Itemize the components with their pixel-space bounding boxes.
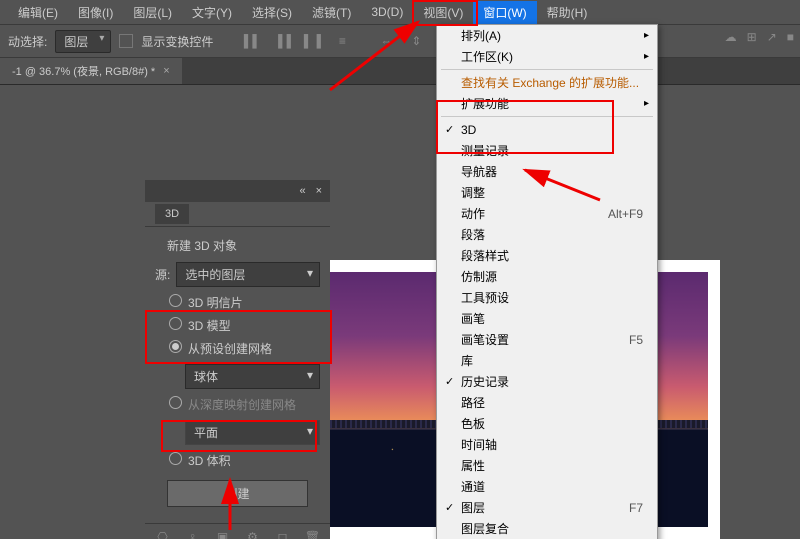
menu-item[interactable]: 导航器 — [437, 161, 657, 182]
close-icon[interactable]: × — [163, 65, 169, 77]
menu-item[interactable]: 工作区(K) — [437, 46, 657, 67]
grid-icon[interactable]: ⊞ — [747, 30, 757, 44]
menu-item[interactable]: 窗口(W) — [473, 1, 536, 24]
autoselect-label: 动选择: — [8, 33, 47, 50]
menu-item[interactable]: 3D — [437, 119, 657, 140]
panel-tab-3d[interactable]: 3D — [155, 204, 189, 224]
cloud-icon[interactable]: ☁ — [725, 30, 737, 44]
document-tab-row: -1 @ 36.7% (夜景, RGB/8#) * × — [0, 58, 800, 85]
option-model[interactable]: 3D 模型 — [155, 314, 320, 337]
panel-section-title: 新建 3D 对象 — [167, 237, 320, 254]
menu-item[interactable]: 动作Alt+F9 — [437, 203, 657, 224]
menu-item[interactable]: 时间轴 — [437, 434, 657, 455]
option-postcard[interactable]: 3D 明信片 — [155, 291, 320, 314]
transform-checkbox[interactable] — [119, 34, 133, 48]
menu-item[interactable]: 画笔设置F5 — [437, 329, 657, 350]
option-depth[interactable]: 从深度映射创建网格 — [155, 393, 320, 416]
options-bar: 动选择: 图层 显示变换控件 ▌▌ ▐▐ ▌▐ ≡ ⇔ ⇕ ⋯ — [0, 24, 800, 58]
distribute-icon[interactable]: ⇕ — [405, 30, 427, 52]
preset-select[interactable]: 球体 — [185, 364, 320, 389]
menu-item[interactable]: 历史记录 — [437, 371, 657, 392]
menu-item[interactable]: 帮助(H) — [537, 1, 598, 24]
source-label: 源: — [155, 266, 170, 283]
menu-item[interactable]: 段落样式 — [437, 245, 657, 266]
menu-item[interactable]: 排列(A) — [437, 25, 657, 46]
align-icon[interactable]: ≡ — [331, 30, 353, 52]
menu-item[interactable]: 滤镜(T) — [302, 1, 361, 24]
menu-item[interactable]: 文字(Y) — [182, 1, 242, 24]
menu-item[interactable]: 通道 — [437, 476, 657, 497]
window-menu-dropdown: 排列(A)工作区(K) 查找有关 Exchange 的扩展功能...扩展功能 3D测… — [436, 24, 658, 539]
share-icon[interactable]: ↗ — [767, 30, 777, 44]
render-icon[interactable]: ⚙ — [245, 530, 261, 539]
align-icon[interactable]: ▌▐ — [301, 30, 323, 52]
menu-item[interactable]: 段落 — [437, 224, 657, 245]
menu-item[interactable]: 图层F7 — [437, 497, 657, 518]
distribute-icon[interactable]: ⇔ — [375, 30, 397, 52]
right-icons: ☁ ⊞ ↗ ■ — [725, 30, 794, 44]
align-icon[interactable]: ▐▐ — [271, 30, 293, 52]
menu-item[interactable]: 调整 — [437, 182, 657, 203]
new-icon[interactable]: ◻ — [275, 530, 291, 539]
depth-select: 平面 — [185, 420, 320, 445]
menu-item[interactable]: 3D(D) — [361, 2, 413, 22]
cam-icon[interactable]: ■ — [787, 30, 794, 44]
menu-item[interactable]: 编辑(E) — [8, 1, 68, 24]
camera-icon[interactable]: ▣ — [215, 530, 231, 539]
menu-item[interactable]: 库 — [437, 350, 657, 371]
menu-bar: 编辑(E)图像(I)图层(L)文字(Y)选择(S)滤镜(T)3D(D)视图(V)… — [0, 0, 800, 24]
menu-item[interactable]: 图像(I) — [68, 1, 123, 24]
menu-item[interactable]: 测量记录 — [437, 140, 657, 161]
align-icon[interactable]: ▌▌ — [241, 30, 263, 52]
document-tab[interactable]: -1 @ 36.7% (夜景, RGB/8#) * × — [0, 58, 182, 84]
create-button[interactable]: 创建 — [167, 480, 308, 507]
menu-item[interactable]: 扩展功能 — [437, 93, 657, 114]
option-volume[interactable]: 3D 体积 — [155, 449, 320, 472]
transform-checkbox-label: 显示变换控件 — [141, 33, 213, 50]
menu-item[interactable]: 工具预设 — [437, 287, 657, 308]
option-preset[interactable]: 从预设创建网格 — [155, 337, 320, 360]
trash-icon[interactable]: 🗑 — [305, 530, 321, 539]
menu-item[interactable]: 视图(V) — [413, 1, 473, 24]
menu-item[interactable]: 查找有关 Exchange 的扩展功能... — [437, 72, 657, 93]
panel-collapse-icon[interactable]: « — [299, 185, 305, 197]
menu-item[interactable]: 色板 — [437, 413, 657, 434]
menu-item[interactable]: 选择(S) — [242, 1, 302, 24]
menu-item[interactable]: 路径 — [437, 392, 657, 413]
panel-3d: « × 3D 新建 3D 对象 源: 选中的图层 3D 明信片 3D 模型 从预… — [145, 180, 330, 539]
menu-item[interactable]: 仿制源 — [437, 266, 657, 287]
target-select[interactable]: 图层 — [55, 30, 111, 53]
panel-footer: ⎔ ♀ ▣ ⚙ ◻ 🗑 — [145, 523, 330, 539]
source-select[interactable]: 选中的图层 — [176, 262, 320, 287]
menu-item[interactable]: 画笔 — [437, 308, 657, 329]
filter-icon[interactable]: ⎔ — [155, 530, 171, 539]
menu-item[interactable]: 属性 — [437, 455, 657, 476]
menu-item[interactable]: 图层(L) — [123, 1, 182, 24]
light-icon[interactable]: ♀ — [185, 530, 201, 539]
document-tab-title: -1 @ 36.7% (夜景, RGB/8#) * — [12, 63, 155, 79]
menu-item[interactable]: 图层复合 — [437, 518, 657, 539]
panel-close-icon[interactable]: × — [316, 185, 322, 197]
